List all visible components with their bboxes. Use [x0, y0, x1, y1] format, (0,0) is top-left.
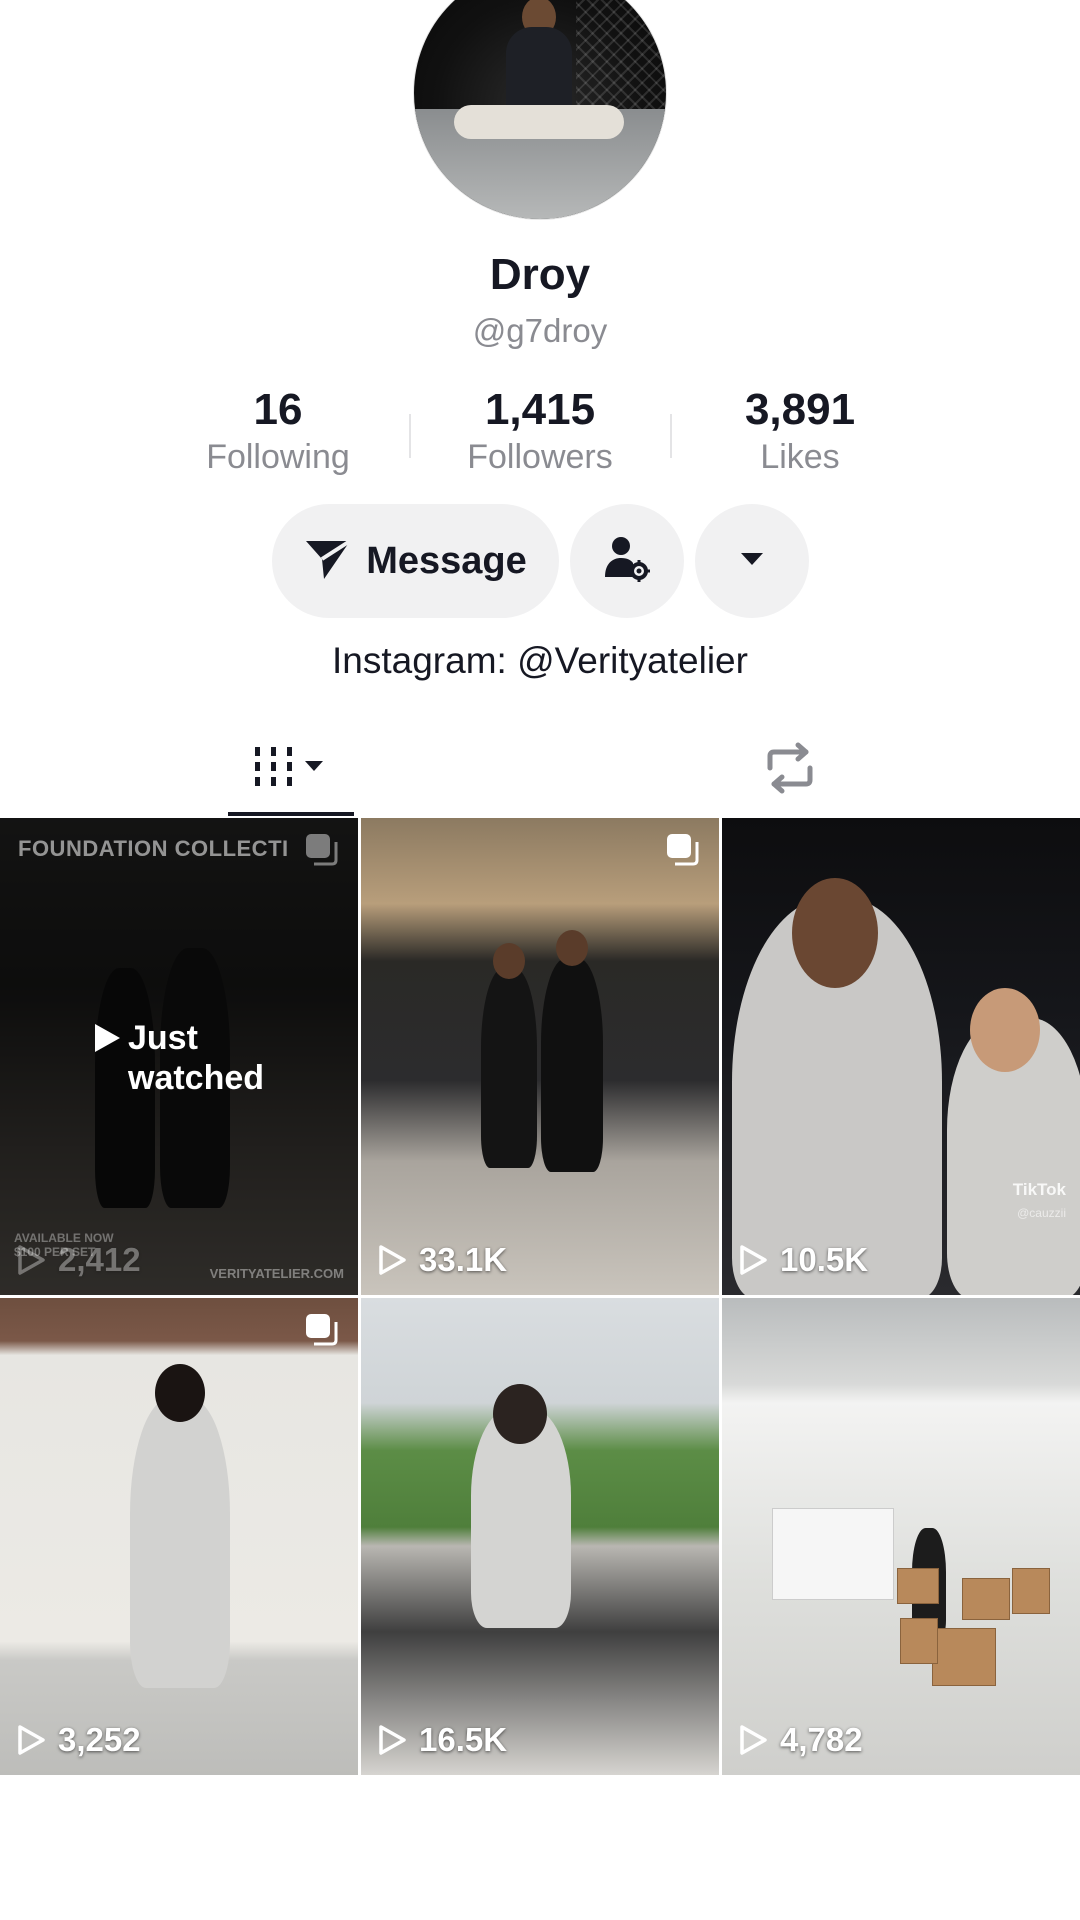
- view-count-value: 16.5K: [419, 1721, 508, 1758]
- video-tile[interactable]: 33.1K: [361, 818, 719, 1295]
- avatar-fence: [576, 0, 666, 117]
- stat-following[interactable]: 16 Following: [168, 384, 388, 478]
- stat-likes[interactable]: 3,891 Likes: [690, 384, 910, 478]
- play-outline-icon: [379, 1245, 406, 1275]
- play-outline-icon: [740, 1245, 767, 1275]
- message-button-label: Message: [366, 539, 527, 582]
- multi-video-icon: [304, 1312, 340, 1351]
- package-box: [1012, 1568, 1050, 1614]
- view-count: 16.5K: [377, 1721, 507, 1759]
- video-tile[interactable]: 16.5K: [361, 1298, 719, 1775]
- video-tile[interactable]: FOUNDATION COLLECTI Just watched AVAILAB…: [0, 818, 358, 1295]
- play-outline-icon: [18, 1725, 45, 1755]
- view-count: 33.1K: [377, 1241, 507, 1279]
- avatar-person-legs: [454, 105, 624, 139]
- video-watermark: VERITYATELIER.COM: [209, 1266, 344, 1281]
- view-count-value: 10.5K: [780, 1241, 869, 1278]
- stat-divider: [409, 414, 411, 458]
- tile-head: [155, 1364, 205, 1422]
- view-count-value: 3,252: [58, 1721, 141, 1758]
- stat-label: Likes: [760, 438, 840, 476]
- tile-figure: [541, 958, 603, 1172]
- username: @g7droy: [472, 312, 608, 349]
- view-count-value: 33.1K: [419, 1241, 508, 1278]
- stat-divider: [670, 414, 672, 458]
- just-watched-line2: watched: [128, 1059, 265, 1097]
- play-outline-icon: [18, 1245, 45, 1275]
- message-button[interactable]: Message: [272, 504, 559, 618]
- tile-head: [792, 878, 878, 988]
- view-count: 2,412: [16, 1241, 141, 1279]
- repost-icon: [760, 742, 820, 799]
- user-gear-icon: [601, 533, 653, 590]
- video-tile[interactable]: TikTok @cauzzii 10.5K: [722, 818, 1080, 1295]
- active-tab-indicator: [228, 812, 354, 816]
- send-icon: [304, 537, 352, 586]
- view-count-value: 4,782: [780, 1721, 863, 1758]
- stat-label: Followers: [467, 438, 613, 476]
- play-outline-icon: [379, 1725, 406, 1755]
- tile-head: [970, 988, 1040, 1072]
- more-options-button[interactable]: [695, 504, 809, 618]
- view-count: 10.5K: [738, 1241, 868, 1279]
- tile-figure: [481, 968, 537, 1168]
- view-count-value: 2,412: [58, 1241, 141, 1278]
- play-solid-icon: [95, 1024, 120, 1052]
- package-box: [897, 1568, 939, 1604]
- multi-video-icon: [304, 832, 340, 871]
- just-watched-label: Just watched: [92, 1018, 264, 1098]
- stat-label: Following: [206, 438, 350, 476]
- delivery-truck: [772, 1508, 894, 1600]
- tile-figure: [130, 1398, 230, 1688]
- package-box: [900, 1618, 938, 1664]
- content-tabs: [0, 722, 1080, 818]
- stat-value: 16: [253, 385, 303, 434]
- follow-settings-button[interactable]: [570, 504, 684, 618]
- stat-followers[interactable]: 1,415 Followers: [430, 384, 650, 478]
- tab-reposts[interactable]: [730, 722, 850, 818]
- display-name: Droy: [489, 250, 591, 299]
- tab-videos[interactable]: [228, 722, 354, 818]
- profile-bio: Instagram: @Verityatelier: [332, 640, 748, 681]
- play-outline-icon: [740, 1725, 767, 1755]
- multi-video-icon: [665, 832, 701, 871]
- package-box: [962, 1578, 1010, 1620]
- video-caption-text: FOUNDATION COLLECTI: [18, 836, 289, 861]
- caret-down-icon: [739, 551, 765, 572]
- video-tile[interactable]: 4,782: [722, 1298, 1080, 1775]
- tile-head: [556, 930, 588, 966]
- tile-head: [493, 1384, 547, 1444]
- just-watched-line1: Just: [128, 1019, 198, 1057]
- tiktok-watermark: TikTok: [1012, 1180, 1066, 1199]
- view-count: 4,782: [738, 1721, 863, 1759]
- tiktok-watermark-user: @cauzzii: [1017, 1206, 1066, 1220]
- profile-stats: 16 Following 1,415 Followers 3,891 Likes: [0, 384, 1080, 484]
- grid-filter-icon: [251, 743, 331, 798]
- package-box: [932, 1628, 996, 1686]
- stat-value: 3,891: [744, 385, 856, 434]
- stat-value: 1,415: [484, 385, 596, 434]
- avatar-person-body: [506, 27, 572, 117]
- profile-avatar[interactable]: [413, 0, 667, 220]
- view-count: 3,252: [16, 1721, 141, 1759]
- tile-head: [493, 943, 525, 979]
- video-tile[interactable]: 3,252: [0, 1298, 358, 1775]
